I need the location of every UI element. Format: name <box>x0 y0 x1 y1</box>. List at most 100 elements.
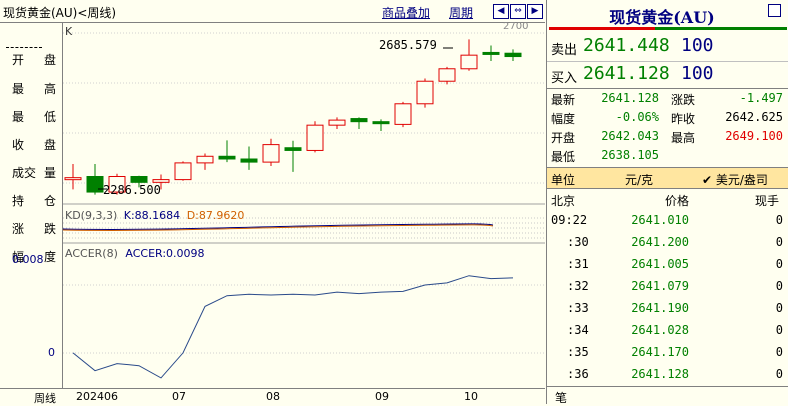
kd-k-value: K:88.1684 <box>123 209 181 222</box>
tick-row[interactable]: :34 2641.028 0 <box>547 320 788 340</box>
x-tick-label: 10 <box>464 390 478 403</box>
tick-qty: 0 <box>775 257 783 271</box>
candle-body <box>460 54 478 70</box>
x-tick-label: 202406 <box>76 390 118 403</box>
candle-body <box>438 68 456 82</box>
tick-row[interactable]: :30 2641.200 0 <box>547 232 788 252</box>
low-annotation: 2286.500 <box>103 183 161 197</box>
field-label-part: 开 <box>12 53 25 67</box>
tick-price: 2641.028 <box>631 323 689 337</box>
tab-trades[interactable]: 笔 <box>555 389 567 406</box>
sell-row: 卖出 2641.448 100 <box>547 33 788 62</box>
tick-time: :32 <box>567 279 589 293</box>
tick-row[interactable]: :32 2641.079 0 <box>547 276 788 296</box>
accer-legend: ACCER(8) ACCER:0.0098 <box>65 247 205 260</box>
label-divider <box>6 47 42 48</box>
candle-body <box>218 155 236 160</box>
x-tick-label: 08 <box>266 390 280 403</box>
tick-qty: 0 <box>775 367 783 381</box>
tick-qty: 0 <box>775 235 783 249</box>
field-label-part: 收 <box>12 138 25 152</box>
candle-body <box>196 155 214 164</box>
unit-gram[interactable]: 元/克 <box>625 171 653 188</box>
field-label-part: 度 <box>43 250 56 264</box>
k-label: K <box>65 25 73 38</box>
accer-tick-zero: 0 <box>48 346 55 359</box>
unit-label: 单位 <box>551 173 576 187</box>
kd-k-line <box>63 223 494 230</box>
accer-value: ACCER:0.0098 <box>125 247 205 260</box>
kd-name: KD(9,3,3) <box>65 209 118 222</box>
stat-label: 最新 <box>551 93 576 107</box>
unit-ounce[interactable]: ✔ 美元/盎司 <box>702 171 768 188</box>
top-axis-label: 2700 <box>503 21 529 29</box>
candle-body <box>152 179 170 183</box>
stat-row: 幅度 -0.06% 昨收 2642.625 <box>547 109 788 127</box>
tick-time: :31 <box>567 257 589 271</box>
chart-title: 现货黄金(AU)<周线) <box>3 6 117 20</box>
quote-stats: 最新 2641.128 涨跌 -1.497 幅度 -0.06% 昨收 2642.625 开盘 26… <box>547 89 788 165</box>
tick-header-qty: 现手 <box>755 194 780 208</box>
tick-row[interactable]: :33 2641.190 0 <box>547 298 788 318</box>
nav-left-icon[interactable]: ◀ <box>493 4 509 19</box>
field-label: 开盘 <box>12 51 56 68</box>
tick-row[interactable]: :36 2641.128 0 <box>547 364 788 384</box>
nav-right-icon[interactable]: ▶ <box>527 4 543 19</box>
tick-qty: 0 <box>775 213 783 227</box>
ask-bar <box>655 27 787 30</box>
stat-value: -0.06% <box>615 110 659 124</box>
tick-row[interactable]: :31 2641.005 0 <box>547 254 788 274</box>
candle-body <box>350 118 368 123</box>
high-annotation: 2685.579 <box>379 38 437 52</box>
tick-price: 2641.005 <box>631 257 689 271</box>
tick-row[interactable]: 09:22 2641.010 0 <box>547 210 788 230</box>
tick-time: :34 <box>567 323 589 337</box>
x-tick-label: 07 <box>172 390 186 403</box>
tick-price: 2641.128 <box>631 367 689 381</box>
field-label: 收盘 <box>12 136 56 153</box>
tick-header-price: 价格 <box>665 194 690 208</box>
data-window-labels: 开盘最高最低收盘成交量持仓涨跌幅度 <box>0 23 63 388</box>
candle-body <box>328 119 346 126</box>
tick-row[interactable]: :35 2641.170 0 <box>547 342 788 362</box>
candle-body <box>284 147 302 151</box>
period-link[interactable]: 周期 <box>449 4 473 21</box>
tick-time: 09:22 <box>551 213 588 227</box>
price-chart[interactable]: K 2700 2685.579 2286.500 KD(9,3,3) K:88.… <box>63 21 545 388</box>
bottom-tabs: 笔 <box>547 386 788 405</box>
tick-qty: 0 <box>775 301 783 315</box>
stat-value: 2642.043 <box>601 129 659 143</box>
candle-body <box>504 52 522 58</box>
candle-body <box>262 144 280 163</box>
field-label-part: 高 <box>43 82 56 96</box>
sell-qty: 100 <box>681 35 714 56</box>
overlay-link[interactable]: 商品叠加 <box>382 4 430 21</box>
tick-list[interactable]: 09:22 2641.010 0:30 2641.200 0:31 2641.005 0:3… <box>547 210 788 386</box>
tick-time: :36 <box>567 367 589 381</box>
candle-body <box>394 103 412 125</box>
candle-body <box>416 80 434 105</box>
stat-label: 最高 <box>671 131 696 145</box>
field-label: 最高 <box>12 80 56 97</box>
nav-expand-icon[interactable]: ⇔ <box>510 4 526 19</box>
stat-label: 幅度 <box>551 112 576 126</box>
field-label-part: 量 <box>43 166 56 180</box>
field-label: 最低 <box>12 108 56 125</box>
stat-row: 最低 2638.105 <box>547 147 788 165</box>
stat-value: 2641.128 <box>601 91 659 105</box>
tick-time: :33 <box>567 301 589 315</box>
field-label-part: 低 <box>43 110 56 124</box>
candle-body <box>240 158 258 163</box>
candle-body <box>174 162 192 181</box>
tick-price: 2641.190 <box>631 301 689 315</box>
quote-panel: 现货黄金(AU) 卖出 2641.448 100 买入 2641.128 100… <box>546 0 788 405</box>
field-label-part: 最 <box>12 82 25 96</box>
tick-price: 2641.079 <box>631 279 689 293</box>
kd-d-value: D:87.9620 <box>186 209 245 222</box>
accer-tick-high: 0.008 <box>12 253 44 266</box>
stat-label: 最低 <box>551 150 576 164</box>
panel-toggle-icon[interactable] <box>768 4 781 17</box>
tick-price: 2641.010 <box>631 213 689 227</box>
field-label: 持仓 <box>12 192 56 209</box>
bid-bar <box>549 27 655 30</box>
